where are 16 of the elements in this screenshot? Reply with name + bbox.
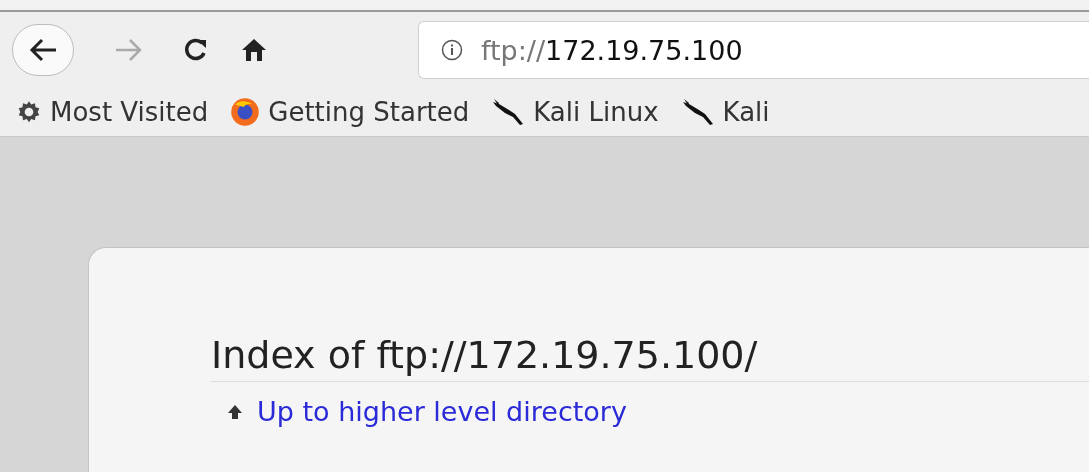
gear-icon xyxy=(16,99,42,125)
bookmark-item[interactable]: Getting Started xyxy=(230,97,470,127)
dragon-icon xyxy=(491,98,526,126)
up-arrow-icon xyxy=(227,403,243,420)
parent-directory-link[interactable]: Up to higher level directory xyxy=(257,396,627,427)
bookmark-item[interactable]: Kali xyxy=(680,97,770,127)
info-icon xyxy=(441,39,463,61)
back-button[interactable] xyxy=(12,24,74,76)
page-heading: Index of ftp://172.19.75.100/ xyxy=(211,333,758,377)
address-bar[interactable]: ftp://172.19.75.100 xyxy=(418,21,1089,79)
bookmark-item[interactable]: Most Visited xyxy=(16,97,209,127)
bookmark-item[interactable]: Kali Linux xyxy=(491,97,659,127)
dragon-icon xyxy=(680,98,715,126)
back-arrow-icon xyxy=(28,37,58,63)
home-button[interactable] xyxy=(240,37,268,63)
firefox-icon xyxy=(230,97,261,127)
